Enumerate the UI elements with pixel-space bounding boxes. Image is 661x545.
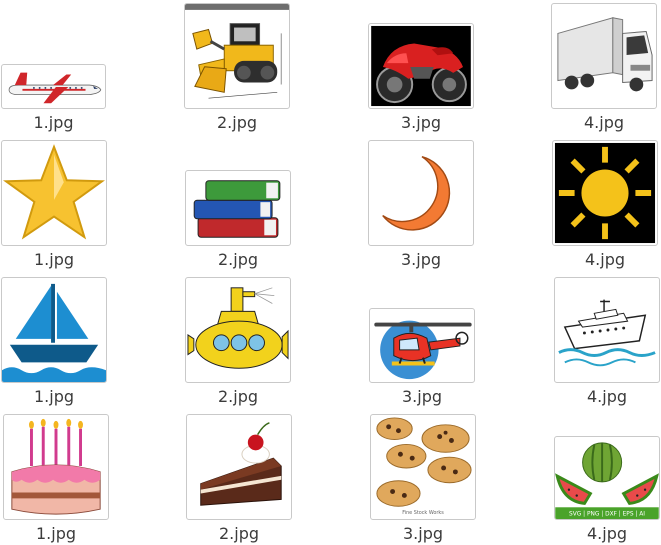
thumbnail: Fine Stock Works (370, 414, 476, 520)
thumbnail (368, 23, 474, 109)
file-name: 1.jpg (33, 250, 75, 269)
file-name: 2.jpg (218, 524, 260, 543)
file-name: 1.jpg (35, 524, 77, 543)
file-name: 4.jpg (583, 113, 625, 132)
file-name: 4.jpg (586, 524, 628, 543)
thumbnail (552, 140, 658, 246)
birthday-cake-icon (11, 418, 101, 515)
file-name: 2.jpg (217, 387, 259, 406)
motorcycle-icon (371, 25, 471, 107)
stock-caption: Fine Stock Works (402, 510, 444, 516)
thumbnail (554, 277, 660, 383)
star-icon (3, 144, 105, 240)
submarine-icon (187, 287, 289, 369)
file-name: 3.jpg (401, 387, 443, 406)
formats-strip: SVG | PNG | DXF | EPS | AI (569, 512, 645, 518)
cruise-ship-icon (558, 299, 656, 367)
thumbnail (185, 170, 291, 246)
books-icon (193, 180, 281, 238)
file-name: 1.jpg (33, 387, 75, 406)
thumbnail (184, 3, 290, 109)
file-name: 2.jpg (216, 113, 258, 132)
sun-icon (554, 142, 656, 244)
helicopter-icon (374, 320, 472, 380)
file-name: 2.jpg (217, 250, 259, 269)
thumbnail (551, 3, 657, 109)
thumbnail (368, 140, 474, 246)
thumbnail (3, 414, 109, 520)
thumbnail: SVG | PNG | DXF | EPS | AI (554, 436, 660, 520)
thumbnail (1, 140, 107, 246)
thumbnail (1, 64, 106, 109)
file-name: 3.jpg (400, 113, 442, 132)
cake-slice-icon (200, 422, 282, 506)
airplane-icon (8, 72, 102, 104)
sailboat-icon (2, 283, 106, 382)
moon-icon (382, 155, 451, 231)
file-name: 4.jpg (584, 250, 626, 269)
thumbnail (369, 308, 475, 383)
bulldozer-icon (185, 4, 289, 99)
cookies-icon: Fine Stock Works (376, 417, 472, 516)
truck-icon (557, 17, 653, 92)
file-name: 3.jpg (400, 250, 442, 269)
watermelon-icon: SVG | PNG | DXF | EPS | AI (555, 442, 659, 519)
file-icon-grid: 1.jpg 2.jpg 3.jpg 4.jpg 1.jpg 2.jpg 3.jp… (0, 0, 661, 545)
file-name: 1.jpg (33, 113, 74, 132)
file-name: 4.jpg (586, 387, 628, 406)
thumbnail (185, 277, 291, 383)
thumbnail (186, 414, 292, 520)
thumbnail (1, 277, 107, 383)
file-name: 3.jpg (402, 524, 444, 543)
